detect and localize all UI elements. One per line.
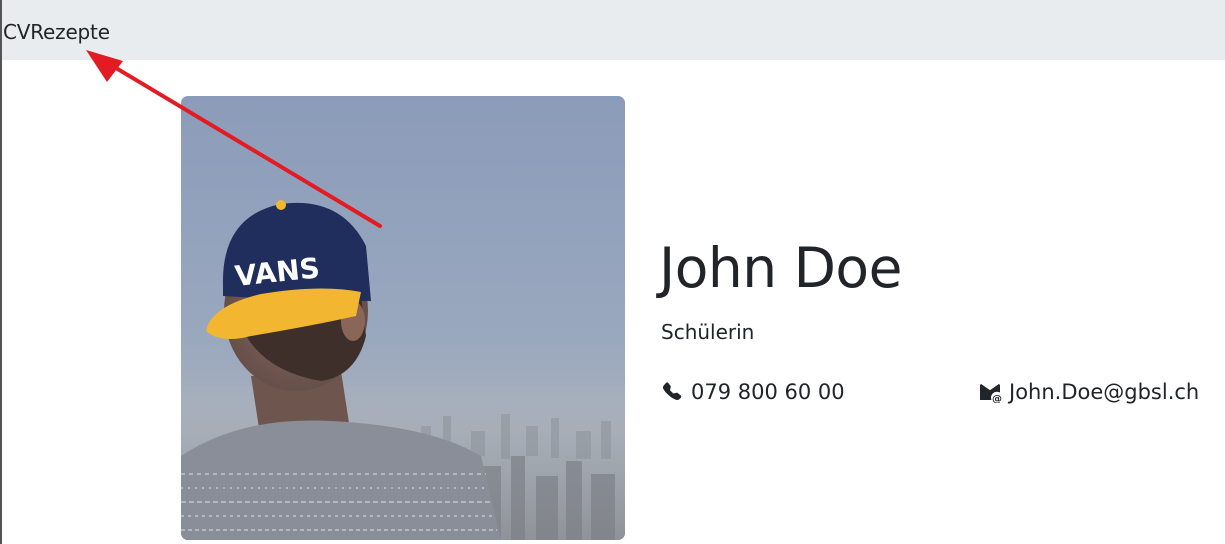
svg-text:@: @ xyxy=(992,394,1002,403)
navbar-brand-link[interactable]: CVRezepte xyxy=(3,19,110,45)
email-contact: @ John.Doe@gbsl.ch xyxy=(979,378,1199,406)
phone-contact: 079 800 60 00 xyxy=(661,378,845,406)
page: CVRezepte VANS John Doe Schülerin 079 80… xyxy=(0,0,1225,544)
profile-name: John Doe xyxy=(659,236,902,300)
profile-role: Schülerin xyxy=(661,320,755,344)
phone-icon xyxy=(661,379,687,405)
phone-number: 079 800 60 00 xyxy=(691,380,845,404)
envelope-at-icon: @ xyxy=(979,379,1005,405)
navbar: CVRezepte xyxy=(2,0,1225,60)
email-address[interactable]: John.Doe@gbsl.ch xyxy=(1009,378,1199,406)
profile-photo: VANS xyxy=(181,96,625,540)
